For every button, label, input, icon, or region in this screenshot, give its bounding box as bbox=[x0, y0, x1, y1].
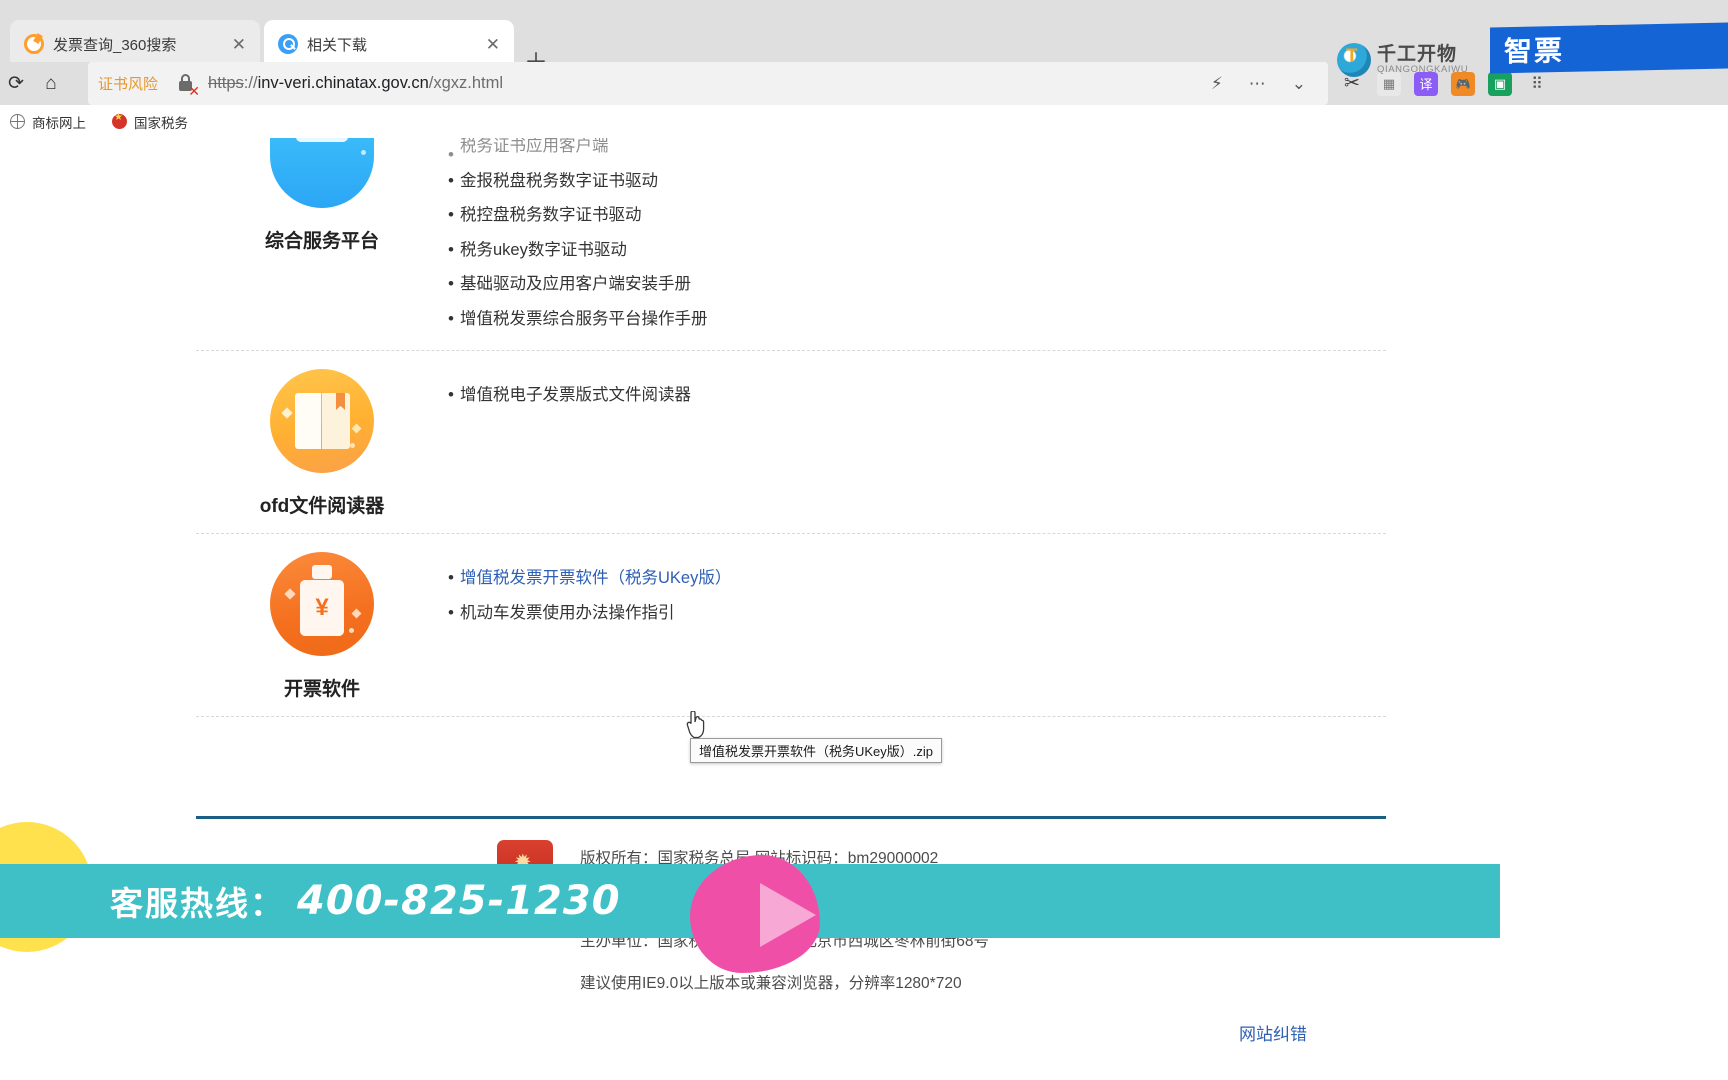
page-right-gutter bbox=[1568, 138, 1728, 1080]
section-caption: 综合服务平台 bbox=[264, 231, 379, 252]
brand-logo: 千工开物 QIANGONGKAIWU bbox=[1337, 43, 1468, 77]
reload-button[interactable]: ⟳ bbox=[3, 71, 29, 97]
section-icon-block: ¥ 开票软件 bbox=[196, 534, 448, 716]
more-options-icon[interactable]: ⋯ bbox=[1249, 74, 1266, 94]
url-path: /xgxz.html bbox=[428, 74, 504, 92]
browser-tab-1[interactable]: 相关下载 ✕ bbox=[264, 20, 514, 68]
search-icon bbox=[278, 34, 298, 54]
download-link[interactable]: 机动车发票使用办法操作指引 bbox=[448, 596, 1386, 631]
download-link[interactable]: 基础驱动及应用客户端安装手册 bbox=[448, 267, 1386, 302]
certificate-risk-label[interactable]: 证书风险 bbox=[98, 73, 158, 94]
download-section-comprehensive-service-platform: 综合服务平台 税务证书应用客户端 金报税盘税务数字证书驱动 税控盘税务数字证书驱… bbox=[196, 138, 1386, 351]
url-separator: :// bbox=[243, 74, 258, 92]
home-button[interactable]: ⌂ bbox=[38, 71, 64, 97]
brand-name-zh: 千工开物 bbox=[1377, 44, 1458, 66]
notes-icon[interactable]: ▣ bbox=[1488, 71, 1512, 96]
section-caption: 开票软件 bbox=[283, 679, 360, 700]
url-host: inv-veri.chinatax.gov.cn bbox=[257, 74, 429, 92]
tab-close-icon[interactable]: ✕ bbox=[466, 36, 500, 53]
url-text: https://inv-veri.chinatax.gov.cn/xgxz.ht… bbox=[208, 74, 503, 93]
download-section-invoicing-software: ¥ 开票软件 增值税发票开票软件（税务UKey版） 机动车发票使用办法操作指引 bbox=[196, 534, 1386, 717]
url-bar-actions: ⚡ ⋯ ⌄ bbox=[1211, 74, 1328, 94]
brand-swirl-icon bbox=[1337, 43, 1371, 77]
invoice-software-icon: ¥ bbox=[270, 552, 374, 656]
download-link[interactable]: 增值税发票综合服务平台操作手册 bbox=[448, 302, 1386, 337]
tab-title: 相关下载 bbox=[307, 36, 368, 54]
hotline-label: 客服热线： bbox=[110, 885, 285, 922]
platform-icon bbox=[270, 138, 374, 208]
section-link-list: 税务证书应用客户端 金报税盘税务数字证书驱动 税控盘税务数字证书驱动 税务uke… bbox=[448, 138, 1386, 350]
footer-divider bbox=[196, 816, 1386, 819]
tab-title: 发票查询_360搜索 bbox=[53, 36, 177, 54]
play-button-decoration[interactable] bbox=[690, 855, 865, 973]
hotline-number: 400-825-1230 bbox=[297, 878, 621, 924]
section-icon-block: 综合服务平台 bbox=[196, 138, 448, 350]
address-bar[interactable]: 证书风险 ✕ https://inv-veri.chinatax.gov.cn/… bbox=[88, 62, 1328, 105]
section-icon-block: ofd文件阅读器 bbox=[196, 351, 448, 533]
apps-icon[interactable]: ⠿ bbox=[1525, 72, 1549, 96]
downloads-content: 综合服务平台 税务证书应用客户端 金报税盘税务数字证书驱动 税控盘税务数字证书驱… bbox=[196, 138, 1386, 717]
download-link[interactable]: 税务ukey数字证书驱动 bbox=[448, 233, 1386, 268]
site-correction-link[interactable]: 网站纠错 bbox=[1239, 1020, 1307, 1045]
download-link-ukey-invoicing-software[interactable]: 增值税发票开票软件（税务UKey版） bbox=[448, 561, 1386, 596]
bookmark-label: 商标网上 bbox=[32, 115, 86, 131]
lightning-icon[interactable]: ⚡ bbox=[1211, 74, 1223, 94]
bookmark-label: 国家税务 bbox=[134, 115, 188, 131]
section-link-list: 增值税电子发票版式文件阅读器 bbox=[448, 351, 1386, 533]
tab-strip: 发票查询_360搜索 ✕ 相关下载 ✕ ＋ bbox=[0, 20, 1728, 76]
download-link[interactable]: 增值税电子发票版式文件阅读器 bbox=[448, 378, 1386, 413]
url-scheme: https bbox=[208, 74, 244, 92]
tab-close-icon[interactable]: ✕ bbox=[212, 36, 246, 53]
link-tooltip: 增值税发票开票软件（税务UKey版）.zip bbox=[690, 738, 943, 763]
book-icon bbox=[270, 369, 374, 473]
360-search-icon bbox=[24, 34, 44, 54]
national-emblem-icon bbox=[112, 112, 127, 129]
download-section-ofd-file-reader: ofd文件阅读器 增值税电子发票版式文件阅读器 bbox=[196, 351, 1386, 534]
globe-icon bbox=[10, 114, 25, 129]
bookmarks-bar: 商标网上 国家税务 bbox=[0, 105, 1728, 138]
chevron-down-icon[interactable]: ⌄ bbox=[1292, 74, 1306, 94]
bookmark-trademark[interactable]: 商标网上 bbox=[10, 112, 86, 132]
download-link[interactable]: 税务证书应用客户端 bbox=[448, 138, 1386, 164]
mouse-cursor bbox=[686, 710, 706, 739]
broken-lock-icon[interactable]: ✕ bbox=[176, 73, 200, 98]
section-link-list: 增值税发票开票软件（税务UKey版） 机动车发票使用办法操作指引 bbox=[448, 534, 1386, 716]
browser-tab-0[interactable]: 发票查询_360搜索 ✕ bbox=[10, 20, 260, 68]
download-link[interactable]: 金报税盘税务数字证书驱动 bbox=[448, 164, 1386, 199]
zhipiao-badge[interactable]: 智票 bbox=[1490, 22, 1728, 74]
brand-name-en: QIANGONGKAIWU bbox=[1377, 63, 1469, 75]
section-caption: ofd文件阅读器 bbox=[259, 496, 385, 517]
bookmark-tax-bureau[interactable]: 国家税务 bbox=[112, 112, 188, 132]
download-link[interactable]: 税控盘税务数字证书驱动 bbox=[448, 198, 1386, 233]
browser-chrome: 发票查询_360搜索 ✕ 相关下载 ✕ ＋ 2 ⟳ ⌂ 证书风险 ✕ https… bbox=[0, 0, 1728, 105]
